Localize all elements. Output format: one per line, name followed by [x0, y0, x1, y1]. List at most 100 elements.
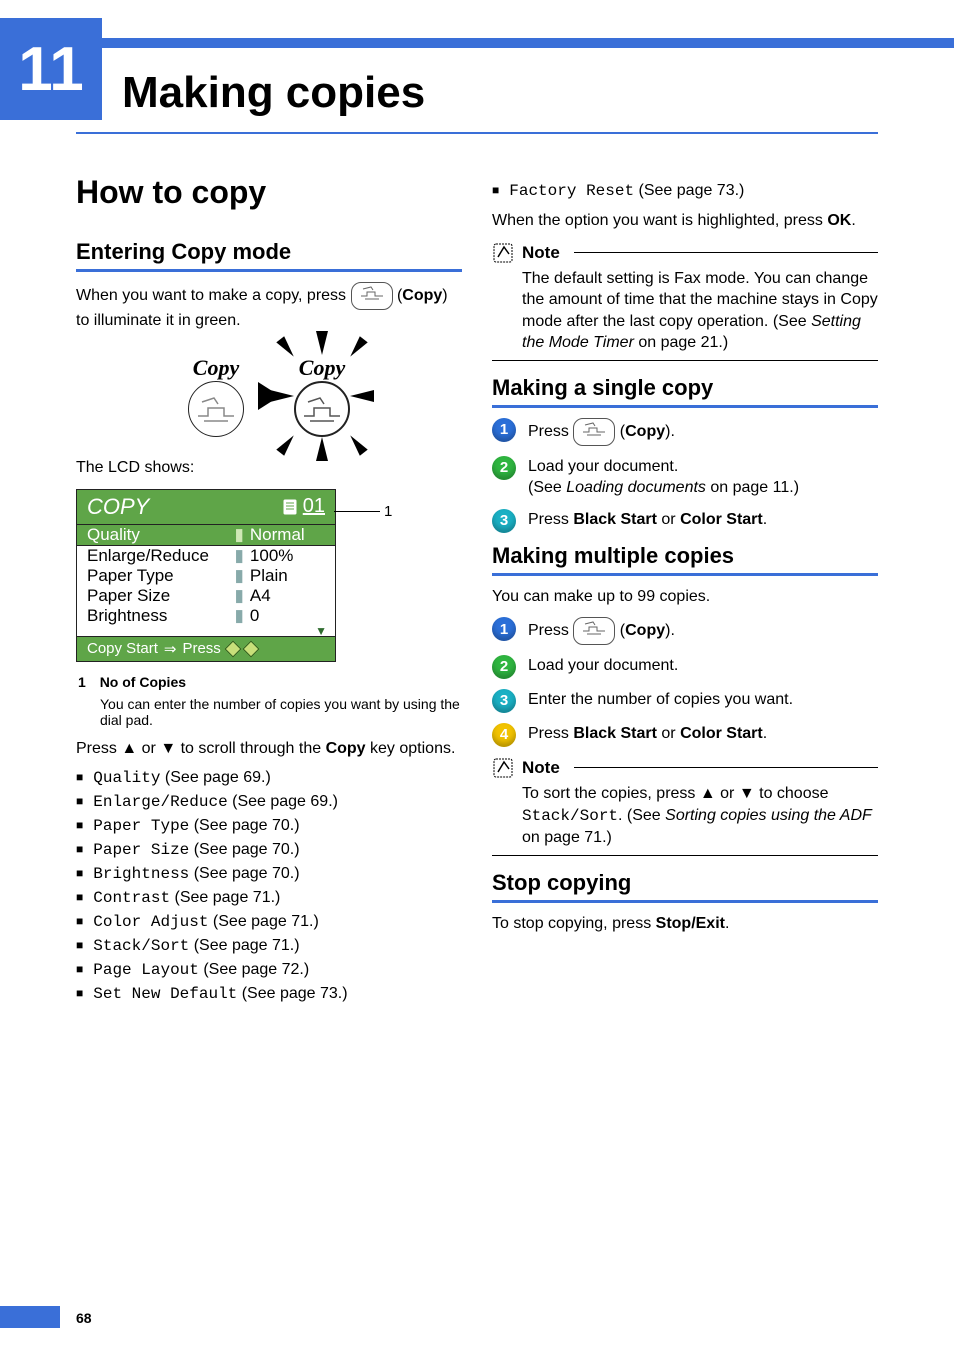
note-body: To sort the copies, press ▲ or ▼ to choo… — [522, 783, 878, 849]
entering-intro: When you want to make a copy, press (Cop… — [76, 282, 462, 331]
intro-text-pre: When you want to make a copy, press — [76, 287, 351, 304]
option-code: Set New Default — [93, 985, 237, 1003]
lcd-row: Enlarge/Reduce▮100% — [77, 546, 335, 566]
diamond-icon — [242, 640, 259, 657]
lcd-selected-val: Normal — [244, 525, 325, 545]
lcd-footer-arrow: ⇒ — [164, 640, 177, 658]
note-header: Note — [492, 757, 878, 779]
step-badge-2: 2 — [492, 655, 516, 679]
s2-italic: Loading documents — [566, 479, 706, 496]
note-block-2: Note To sort the copies, press ▲ or ▼ to… — [492, 757, 878, 856]
copy-button-on — [294, 381, 350, 437]
step-body: Press Black Start or Color Start. — [528, 509, 878, 531]
step-badge-3: 3 — [492, 689, 516, 713]
copy-label-on: Copy — [294, 355, 350, 381]
intro-copy-bold: Copy — [402, 287, 442, 304]
lcd-mode-title: COPY — [87, 494, 149, 520]
note-block-1: Note The default setting is Fax mode. Yo… — [492, 242, 878, 361]
option-code: Factory Reset — [509, 182, 634, 200]
flash-icon — [350, 390, 374, 402]
n2-end: on page 71.) — [522, 829, 612, 846]
step-badge-1: 1 — [492, 418, 516, 442]
page-number-accent — [0, 1306, 60, 1328]
scroll-instruction: Press ▲ or ▼ to scroll through the Copy … — [76, 738, 462, 760]
lcd-scroll-indicator: ▼ — [77, 626, 335, 636]
footnote-1: 1 No of Copies — [78, 674, 462, 690]
list-item: Paper Type (See page 70.) — [76, 817, 462, 835]
lcd-display: COPY 01 Quality ▮ Normal Enlarge/Reduce▮… — [76, 489, 336, 662]
flash-icon — [346, 336, 367, 359]
page-content: 11 Making copies How to copy Entering Co… — [0, 48, 954, 1031]
list-item: Page Layout (See page 72.) — [76, 961, 462, 979]
copy-key-icon — [573, 617, 615, 645]
n2-after: . (See — [618, 807, 665, 824]
s2-line1: Load your document. — [528, 458, 678, 475]
step-1: 1 Press (Copy). — [492, 418, 878, 446]
step-body: Load your document. (See Loading documen… — [528, 456, 878, 499]
lcd-row-val: Plain — [244, 566, 325, 586]
n2-code: Stack/Sort — [522, 807, 618, 825]
option-ref: (See page 73.) — [634, 182, 744, 199]
copy-key-icon — [573, 418, 615, 446]
scroll-pre: Press — [76, 740, 121, 757]
copy-button-off — [188, 381, 244, 437]
subsection-single-copy: Making a single copy — [492, 375, 878, 408]
option-ref: (See page 73.) — [237, 985, 347, 1002]
scroll-end: key options. — [366, 740, 456, 757]
page-number: 68 — [76, 1310, 92, 1326]
highlight-press-ok: When the option you want is highlighted,… — [492, 210, 878, 232]
left-column: How to copy Entering Copy mode When you … — [76, 174, 462, 1011]
list-item: Color Adjust (See page 71.) — [76, 913, 462, 931]
step-badge-2: 2 — [492, 456, 516, 480]
s1-post: ). — [665, 423, 675, 440]
n2-mid: or — [716, 785, 739, 802]
chapter-number-badge: 11 — [0, 18, 102, 120]
note-rule — [574, 252, 878, 253]
callout-line — [334, 511, 380, 512]
s2-pre: (See — [528, 479, 566, 496]
option-code: Enlarge/Reduce — [93, 793, 227, 811]
subsection-stop-copying: Stop copying — [492, 870, 878, 903]
option-ref: (See page 69.) — [228, 793, 338, 810]
s3-pre: Press — [528, 511, 573, 528]
note-label: Note — [522, 758, 560, 778]
footnote-body: You can enter the number of copies you w… — [100, 696, 462, 728]
note-rule-bottom — [492, 360, 878, 361]
option-code: Color Adjust — [93, 913, 208, 931]
copy-mode-diagram: Copy Copy — [76, 355, 462, 437]
list-item: Stack/Sort (See page 71.) — [76, 937, 462, 955]
m4-b1: Black Start — [573, 725, 657, 742]
n2-italic: Sorting copies using the ADF — [665, 807, 872, 824]
lcd-option-rows: Enlarge/Reduce▮100%Paper Type▮PlainPaper… — [77, 546, 335, 626]
m1-pre: Press — [528, 622, 573, 639]
option-ref: (See page 70.) — [189, 817, 299, 834]
step-body: Load your document. — [528, 655, 878, 677]
step-3: 3 Press Black Start or Color Start. — [492, 509, 878, 533]
lcd-sep: ▮ — [235, 566, 244, 586]
scroll-bold: Copy — [326, 740, 366, 757]
lcd-shows-text: The LCD shows: — [76, 457, 462, 479]
lcd-row-val: 0 — [244, 606, 325, 626]
step-body: Press Black Start or Color Start. — [528, 723, 878, 745]
list-item: Factory Reset (See page 73.) — [492, 182, 878, 200]
m4-mid: or — [657, 725, 680, 742]
step-badge-1: 1 — [492, 617, 516, 641]
lcd-copy-count: 01 — [283, 495, 325, 518]
flash-icon — [346, 432, 367, 455]
lcd-row: Paper Type▮Plain — [77, 566, 335, 586]
option-ref: (See page 70.) — [189, 865, 299, 882]
step-3: 3 Enter the number of copies you want. — [492, 689, 878, 713]
lcd-row-val: A4 — [244, 586, 325, 606]
s3-post: . — [763, 511, 767, 528]
option-ref: (See page 71.) — [189, 937, 299, 954]
s3-mid: or — [657, 511, 680, 528]
list-item: Enlarge/Reduce (See page 69.) — [76, 793, 462, 811]
lcd-title-row: COPY 01 — [77, 490, 335, 525]
document-icon — [283, 499, 297, 515]
up-arrow-icon: ▲ — [121, 740, 137, 757]
s1-copy: Copy — [625, 423, 665, 440]
lcd-row: Brightness▮0 — [77, 606, 335, 626]
lcd-selected-key: Quality — [87, 525, 235, 545]
diamond-icon — [224, 640, 241, 657]
stop-pre: To stop copying, press — [492, 915, 656, 932]
